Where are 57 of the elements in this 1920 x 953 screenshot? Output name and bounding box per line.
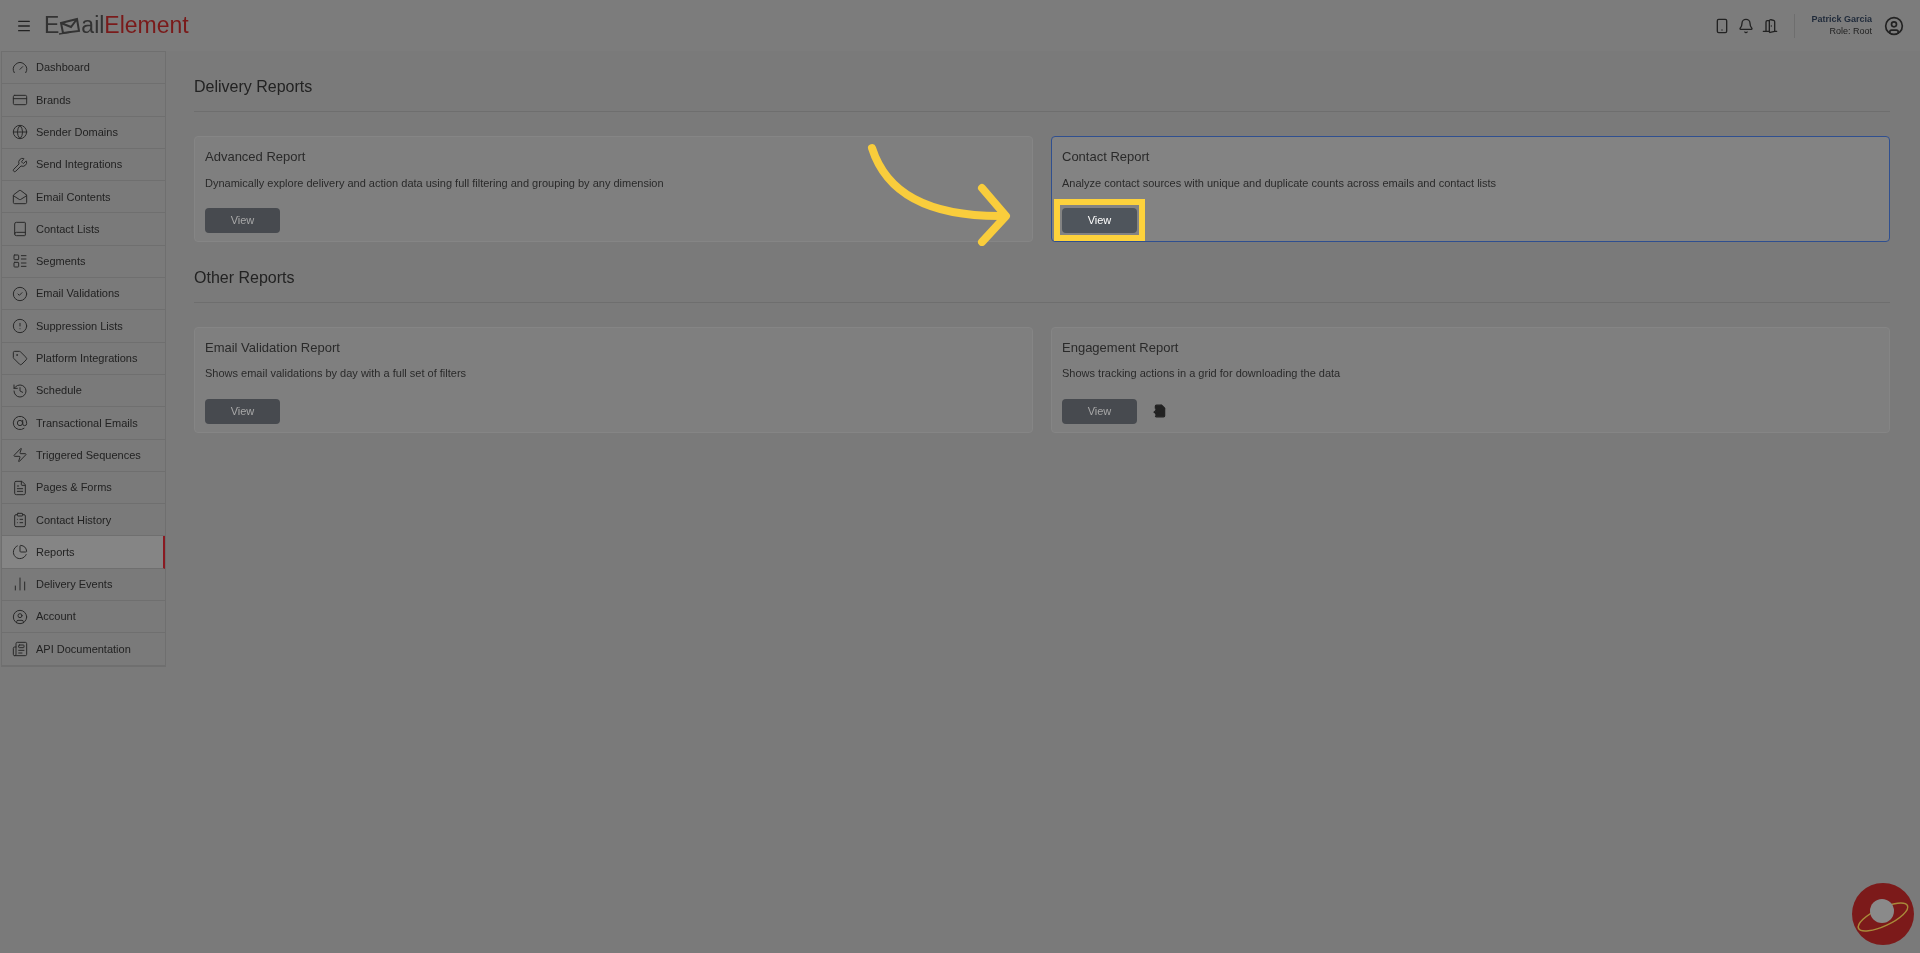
view-button[interactable]: View [1062, 207, 1137, 233]
sidebar-item[interactable]: Triggered Sequences [2, 439, 165, 472]
at-sign-icon [12, 414, 28, 431]
tag-icon [12, 350, 28, 367]
book-icon [12, 221, 28, 238]
card-description: Analyze contact sources with unique and duplicate counts across emails and contact lists [1062, 175, 1498, 191]
card-title: Advanced Report [205, 148, 307, 166]
user-icon [12, 608, 28, 625]
logo: E ailElement [44, 14, 189, 37]
exit-icon[interactable] [1762, 17, 1779, 34]
sidebar-item[interactable]: Sender Domains [2, 116, 165, 149]
sidebar-item[interactable]: Schedule [2, 374, 165, 408]
alert-icon [12, 318, 28, 334]
card-title: Engagement Report [1062, 338, 1180, 357]
sidebar-item[interactable]: Reports [2, 536, 165, 569]
document-icon [12, 641, 28, 657]
sidebar-item[interactable]: Segments [2, 245, 165, 279]
sidebar-item[interactable]: Account [2, 601, 165, 634]
sidebar-item[interactable]: Platform Integrations [2, 342, 165, 375]
sidebar-item[interactable]: Pages & Forms [2, 471, 165, 505]
check-circle-icon [12, 285, 28, 302]
view-button[interactable]: View [205, 207, 280, 233]
wrench-icon [12, 156, 28, 173]
sidebar-item[interactable]: Dashboard [2, 52, 165, 85]
export-icon[interactable] [1153, 403, 1167, 418]
card-title: Contact Report [1062, 148, 1151, 166]
globe-icon [12, 124, 28, 141]
view-button[interactable]: View [205, 398, 280, 424]
card-description: Shows email validations by day with a full set of filters [205, 366, 468, 382]
card-title: Email Validation Report [205, 338, 341, 357]
sidebar-item[interactable]: API Documentation [2, 633, 165, 666]
view-button[interactable]: View [1062, 398, 1137, 424]
lightning-icon [12, 447, 28, 464]
section-heading: Other Reports [194, 265, 1890, 303]
pie-chart-icon [12, 544, 28, 561]
section-heading: Delivery Reports [194, 75, 1890, 112]
clipboard-icon [12, 511, 28, 528]
sidebar-item[interactable]: Contact Lists [2, 213, 165, 246]
user-avatar-icon[interactable] [1884, 15, 1904, 36]
user-role: Role: Root [1829, 25, 1872, 37]
sidebar-item[interactable]: Email Contents [2, 181, 165, 214]
document-icon [12, 479, 28, 496]
sidebar-item[interactable]: Suppression Lists [2, 310, 165, 343]
sidebar-item[interactable]: Brands [2, 84, 165, 117]
sidebar-item[interactable]: Send Integrations [2, 148, 165, 182]
user-name: Patrick Garcia [1811, 14, 1872, 26]
sidebar-item[interactable]: Transactional Emails [2, 407, 165, 440]
list-icon [12, 253, 28, 270]
sidebar-item[interactable]: Email Validations [2, 278, 165, 311]
sidebar-item[interactable]: Delivery Events [2, 568, 165, 602]
bar-chart-icon [12, 576, 28, 593]
card-description: Shows tracking actions in a grid for downloading the data [1062, 366, 1342, 382]
envelope-icon [12, 188, 28, 205]
card-description: Dynamically explore delivery and action data using full filtering and grouping by any dimension [205, 175, 665, 191]
bell-icon[interactable] [1738, 17, 1755, 34]
gauge-icon [12, 59, 28, 76]
clock-icon [12, 382, 28, 399]
